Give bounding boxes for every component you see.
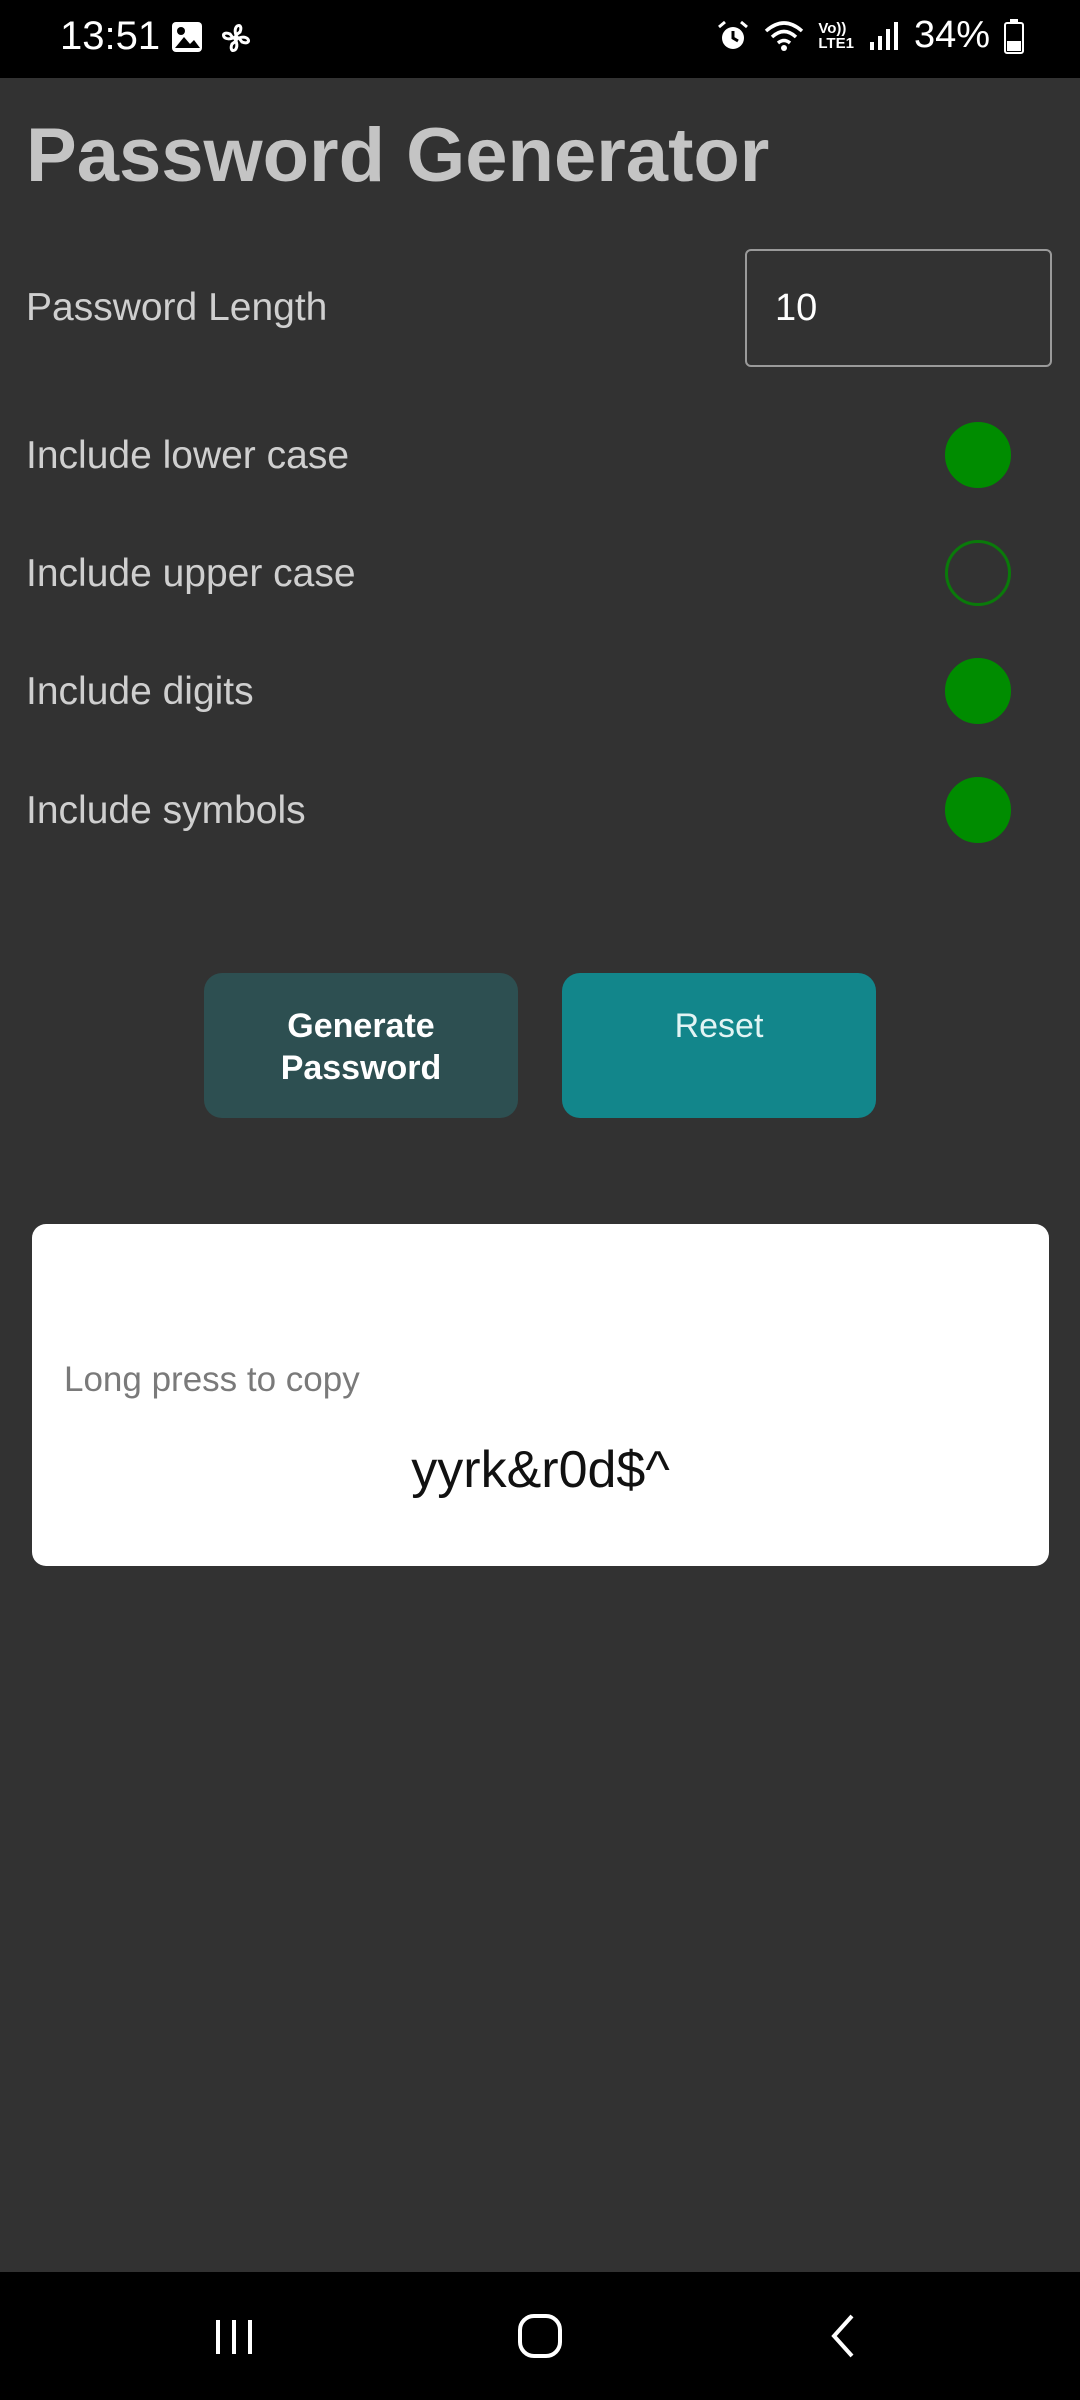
lower-case-radio[interactable] [945,422,1011,488]
option-upper-case[interactable]: Include upper case [0,534,1080,614]
upper-case-radio[interactable] [945,540,1011,606]
page-title: Password Generator [26,113,770,198]
gallery-icon [170,20,204,56]
option-label: Include symbols [26,789,306,832]
status-bar: 13:51 Vo)) LTE1 34% [0,0,1080,78]
volte-icon: Vo)) LTE1 [818,19,854,52]
password-length-label: Password Length [26,286,328,329]
signal-icon [868,20,900,52]
generated-password[interactable]: yyrk&r0d$^ [32,1440,1049,1500]
option-symbols[interactable]: Include symbols [0,771,1080,851]
generate-password-label: Generate Password [280,1007,442,1087]
status-time: 13:51 [60,14,161,58]
navigation-bar [0,2272,1080,2400]
generate-password-button[interactable]: Generate Password [204,973,518,1118]
wifi-icon [764,19,804,53]
battery-icon [1004,18,1024,54]
back-icon[interactable] [820,2306,870,2366]
battery-percent: 34% [913,14,990,56]
copy-hint: Long press to copy [64,1360,360,1399]
option-digits[interactable]: Include digits [0,652,1080,732]
option-label: Include lower case [26,434,350,477]
alarm-icon [716,19,750,53]
option-label: Include upper case [26,552,356,595]
recent-apps-icon[interactable] [210,2306,260,2366]
reset-label: Reset [674,1007,764,1045]
option-label: Include digits [26,670,254,713]
digits-radio[interactable] [945,658,1011,724]
symbols-radio[interactable] [945,777,1011,843]
password-result-card[interactable]: Long press to copy yyrk&r0d$^ [32,1224,1049,1566]
reset-button[interactable]: Reset [562,973,876,1118]
option-lower-case[interactable]: Include lower case [0,416,1080,496]
home-icon[interactable] [510,2306,570,2366]
password-length-input[interactable] [745,249,1052,367]
pinwheel-icon [218,20,254,56]
